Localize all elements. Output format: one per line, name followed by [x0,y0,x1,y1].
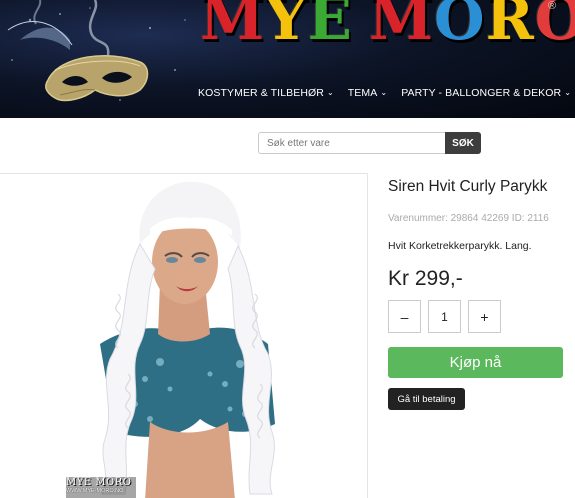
nav-item-2[interactable]: TEMA ⌄ [348,87,387,99]
chevron-down-icon: ⌄ [564,88,572,97]
product-image[interactable] [0,173,368,498]
logo-letter: E [307,0,353,53]
product-description: Hvit Korketrekkerparykk. Lang. [388,240,532,252]
product-sku: Varenummer: 29864 42269 ID: 2116 [388,213,549,224]
watermark: MYE MORO WWW.MYE-MORO.NO [66,478,136,498]
watermark-url: WWW.MYE-MORO.NO [66,488,124,494]
nav-item-label: TEMA [347,87,378,99]
quantity-decrease-button[interactable]: – [388,300,421,333]
logo-letter: M [200,0,266,53]
chevron-down-icon: ⌄ [380,88,388,97]
search-input[interactable] [258,132,445,154]
nav-item-3[interactable]: PARTY - BALLONGER & DEKOR ⌄ [401,87,571,99]
buy-now-button[interactable]: Kjøp nå [388,347,563,378]
logo-letter: O [434,0,486,53]
logo-letter: Y [265,0,308,53]
nav-item-label: KOSTYMER & TILBEHØR [198,87,324,99]
registered-mark: ® [548,0,557,12]
nav-item-1[interactable]: KOSTYMER & TILBEHØR ⌄ [198,87,334,99]
checkout-button[interactable]: Gå til betaling [388,388,465,410]
product-price: Kr 299,- [388,267,463,290]
logo-letter: R [485,0,535,53]
main-nav: KOSTYMER & TILBEHØR ⌄ TEMA ⌄ PARTY - BALLONG… [198,83,575,99]
logo-letter: M [368,0,435,53]
masquerade-mask-icon [7,0,186,102]
quantity-input[interactable] [428,300,461,333]
site-logo[interactable]: MYE MORO [200,0,575,54]
quantity-increase-button[interactable]: + [468,300,501,333]
chevron-down-icon: ⌄ [326,88,334,97]
search-button[interactable]: SØK [445,132,481,154]
watermark-logo: MYE MORO [66,477,132,488]
nav-item-label: PARTY - BALLONGER & DEKOR [401,87,562,99]
site-header: MYE MORO ® KOSTYMER & TILBEHØR ⌄ TEMA ⌄ PART… [0,0,575,118]
product-title: Siren Hvit Curly Parykk [388,178,548,195]
